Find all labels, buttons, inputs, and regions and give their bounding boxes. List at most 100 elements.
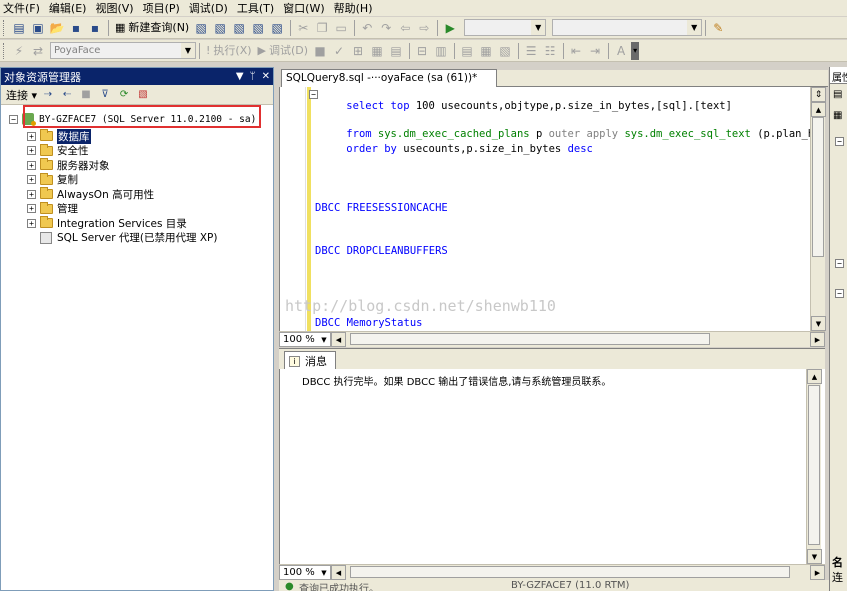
collapse-region-icon[interactable]: − — [309, 90, 318, 99]
redo-icon[interactable]: ↷ — [377, 19, 395, 37]
results-zoom-combo[interactable]: 100 % ▼ — [279, 565, 331, 580]
add-item-icon[interactable]: ▣ — [29, 19, 47, 37]
mdx-query-icon[interactable]: ▧ — [211, 19, 229, 37]
scrollbar-thumb[interactable] — [812, 117, 824, 257]
xmla-query-icon[interactable]: ▧ — [249, 19, 267, 37]
cut-icon[interactable]: ✂ — [294, 19, 312, 37]
collapse-icon[interactable]: − — [835, 289, 844, 298]
close-icon[interactable]: ✕ — [262, 71, 270, 82]
specify-values-icon[interactable]: A — [612, 42, 630, 60]
menu-help[interactable]: 帮助(H) — [331, 0, 379, 17]
results-text-icon[interactable]: ▤ — [458, 42, 476, 60]
find-combo[interactable]: ▼ — [552, 19, 703, 36]
results-horizontal-scrollbar[interactable] — [346, 565, 810, 580]
stop-icon[interactable]: ■ — [77, 86, 95, 104]
scroll-right-icon[interactable]: ▶ — [810, 565, 825, 580]
comment-icon[interactable]: ☰ — [522, 42, 540, 60]
include-plan-icon[interactable]: ⊟ — [413, 42, 431, 60]
editor-horizontal-scrollbar[interactable] — [346, 332, 810, 347]
menu-edit[interactable]: 编辑(E) — [46, 0, 93, 17]
query-editor[interactable]: − select top 100 usecounts,objtype,p.siz… — [279, 87, 825, 331]
copy-icon[interactable]: ❐ — [313, 19, 331, 37]
toolbar-grip[interactable] — [3, 19, 6, 36]
expand-icon[interactable]: + — [27, 146, 36, 156]
tree-node-security[interactable]: + 安全性 — [1, 143, 273, 159]
editor-zoom-combo[interactable]: 100 % ▼ — [279, 332, 331, 347]
menu-debug[interactable]: 调试(D) — [186, 0, 234, 17]
results-file-icon[interactable]: ▧ — [496, 42, 514, 60]
scroll-down-icon[interactable]: ▼ — [811, 316, 826, 331]
uncomment-icon[interactable]: ☷ — [541, 42, 559, 60]
tab-messages[interactable]: i 消息 — [284, 351, 336, 370]
menu-project[interactable]: 项目(P) — [140, 0, 186, 17]
scroll-left-icon[interactable]: ◀ — [331, 332, 346, 347]
tree-node-alwayson[interactable]: + AlwaysOn 高可用性 — [1, 187, 273, 202]
tab-sqlquery8[interactable]: SQLQuery8.sql -···oyaFace (sa (61))* — [281, 69, 497, 87]
expand-icon[interactable]: + — [27, 218, 36, 228]
menu-file[interactable]: 文件(F) — [0, 0, 46, 17]
intellisense-icon[interactable]: ▤ — [387, 42, 405, 60]
undo-icon[interactable]: ↶ — [358, 19, 376, 37]
expand-icon[interactable]: + — [27, 175, 36, 185]
new-query-button[interactable]: ▦ 新建查询(N) — [112, 19, 192, 37]
connect-server-icon[interactable]: ⇢ — [39, 86, 57, 104]
filter-icon[interactable]: ⊽ — [96, 86, 114, 104]
scroll-down-icon[interactable]: ▼ — [807, 549, 822, 564]
display-plan-icon[interactable]: ⊞ — [349, 42, 367, 60]
expand-icon[interactable]: + — [27, 189, 36, 199]
activity-monitor-icon[interactable]: ▧ — [134, 86, 152, 104]
cancel-query-icon[interactable]: ■ — [311, 42, 329, 60]
scroll-up-icon[interactable]: ▲ — [811, 102, 826, 117]
collapse-icon[interactable]: − — [835, 137, 844, 146]
navigate-back-icon[interactable]: ⇦ — [396, 19, 414, 37]
connect-icon[interactable]: ⚡ — [10, 42, 28, 60]
collapse-icon[interactable]: − — [835, 259, 844, 268]
split-icon[interactable]: ⇕ — [811, 87, 826, 102]
menu-view[interactable]: 视图(V) — [92, 0, 139, 17]
property-grid-icon[interactable]: ▦ — [833, 110, 842, 121]
menu-window[interactable]: 窗口(W) — [280, 0, 330, 17]
toolbox-icon[interactable]: ✎ — [709, 19, 727, 37]
tree-node-management[interactable]: + 管理 — [1, 201, 273, 217]
scroll-right-icon[interactable]: ▶ — [810, 332, 825, 347]
tree-node-server-objects[interactable]: + 服务器对象 — [1, 158, 273, 173]
indent-icon[interactable]: ⇥ — [586, 42, 604, 60]
save-all-icon[interactable]: ▪ — [86, 19, 104, 37]
scrollbar-thumb[interactable] — [350, 333, 710, 345]
start-debug-icon[interactable]: ▶ — [441, 19, 459, 37]
scrollbar-thumb[interactable] — [350, 566, 790, 578]
execute-button[interactable]: ! 执行(X) — [203, 42, 255, 60]
toolbar-options-icon[interactable]: ▾ — [631, 41, 640, 60]
open-file-icon[interactable]: 📂 — [48, 19, 66, 37]
expand-icon[interactable]: + — [27, 131, 36, 141]
menu-tools[interactable]: 工具(T) — [234, 0, 280, 17]
new-project-icon[interactable]: ▤ — [10, 19, 28, 37]
disconnect-icon[interactable]: ⇠ — [58, 86, 76, 104]
collapse-icon[interactable]: − — [9, 114, 18, 124]
query-designer-icon[interactable]: ▦ — [368, 42, 386, 60]
parse-icon[interactable]: ✓ — [330, 42, 348, 60]
solution-config-combo[interactable]: ▼ — [464, 19, 547, 36]
outdent-icon[interactable]: ⇤ — [567, 42, 585, 60]
change-connection-icon[interactable]: ⇄ — [29, 42, 47, 60]
results-grid-icon[interactable]: ▦ — [477, 42, 495, 60]
tree-node-sql-agent[interactable]: SQL Server 代理(已禁用代理 XP) — [1, 231, 273, 246]
refresh-icon[interactable]: ⟳ — [115, 86, 133, 104]
editor-vertical-scrollbar[interactable]: ⇕ ▲ ▼ — [810, 87, 826, 331]
tree-node-databases[interactable]: + 数据库 — [1, 128, 273, 144]
navigate-forward-icon[interactable]: ⇨ — [415, 19, 433, 37]
tree-server-node[interactable]: − BY-GZFACE7 (SQL Server 11.0.2100 - sa) — [1, 109, 273, 129]
toolbar-grip[interactable] — [3, 42, 6, 59]
debug-button[interactable]: ▶ 调试(D) — [255, 42, 312, 60]
expand-icon[interactable]: + — [27, 204, 36, 214]
dmx-query-icon[interactable]: ▧ — [230, 19, 248, 37]
connect-dropdown[interactable]: 连接 ▾ — [6, 87, 37, 103]
expand-icon[interactable]: + — [27, 160, 36, 170]
scroll-up-icon[interactable]: ▲ — [807, 369, 822, 384]
save-icon[interactable]: ▪ — [67, 19, 85, 37]
scroll-left-icon[interactable]: ◀ — [331, 565, 346, 580]
tree-node-integration-services[interactable]: + Integration Services 目录 — [1, 216, 273, 231]
results-vertical-scrollbar[interactable]: ▲ ▼ — [806, 369, 822, 564]
pin-icon[interactable]: ᛘ — [250, 71, 256, 82]
client-stats-icon[interactable]: ▥ — [432, 42, 450, 60]
